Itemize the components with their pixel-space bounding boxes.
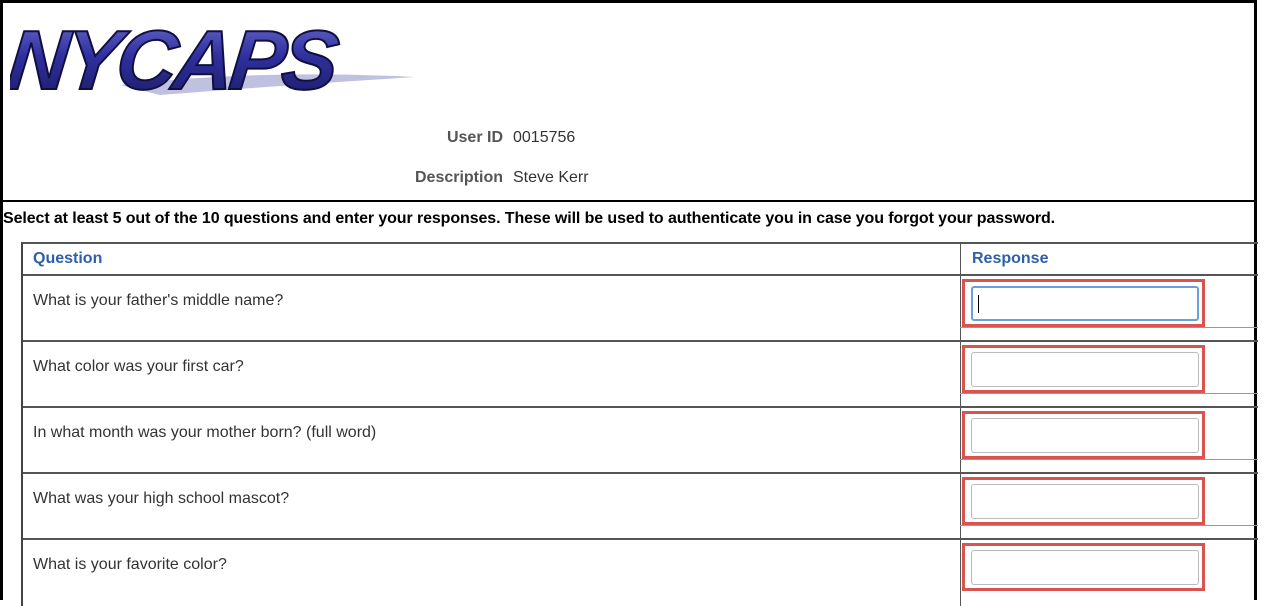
table-row: What is your father's middle name? xyxy=(23,276,1258,342)
row-subline xyxy=(960,327,1258,328)
table-row: In what month was your mother born? (ful… xyxy=(23,408,1258,474)
user-id-value: 0015756 xyxy=(513,129,576,146)
instructions-text: Select at least 5 out of the 10 question… xyxy=(3,200,1254,228)
question-text: What color was your first car? xyxy=(33,358,244,375)
security-questions-table: Question Response What is your father's … xyxy=(21,242,1258,606)
user-id-label: User ID xyxy=(446,129,503,146)
question-text: What is your favorite color? xyxy=(33,556,227,573)
response-column-header: Response xyxy=(972,250,1049,267)
response-input-5[interactable] xyxy=(971,550,1199,585)
question-text: What was your high school mascot? xyxy=(33,490,290,507)
page-frame: NYCAPS User ID 0015756 Description Steve… xyxy=(0,0,1258,606)
question-column-header: Question xyxy=(33,250,103,267)
table-row: What color was your first car? xyxy=(23,342,1258,408)
row-subline xyxy=(960,525,1258,526)
description-label: Description xyxy=(414,169,503,186)
table-header: Question Response xyxy=(23,244,1258,276)
response-input-3[interactable] xyxy=(971,418,1199,453)
question-text: In what month was your mother born? (ful… xyxy=(33,424,377,441)
description-value: Steve Kerr xyxy=(513,169,589,186)
table-row: What was your high school mascot? xyxy=(23,474,1258,540)
nycaps-logo: NYCAPS xyxy=(10,12,415,108)
text-cursor xyxy=(978,295,979,313)
response-input-2[interactable] xyxy=(971,352,1199,387)
user-id-row: User ID 0015756 xyxy=(3,129,603,151)
description-row: Description Steve Kerr xyxy=(3,169,603,191)
svg-text:NYCAPS: NYCAPS xyxy=(10,13,343,107)
row-subline xyxy=(960,393,1258,394)
table-row: What is your favorite color? xyxy=(23,540,1258,606)
response-input-1[interactable] xyxy=(971,286,1199,321)
response-input-4[interactable] xyxy=(971,484,1199,519)
row-subline xyxy=(960,459,1258,460)
question-text: What is your father's middle name? xyxy=(33,292,284,309)
